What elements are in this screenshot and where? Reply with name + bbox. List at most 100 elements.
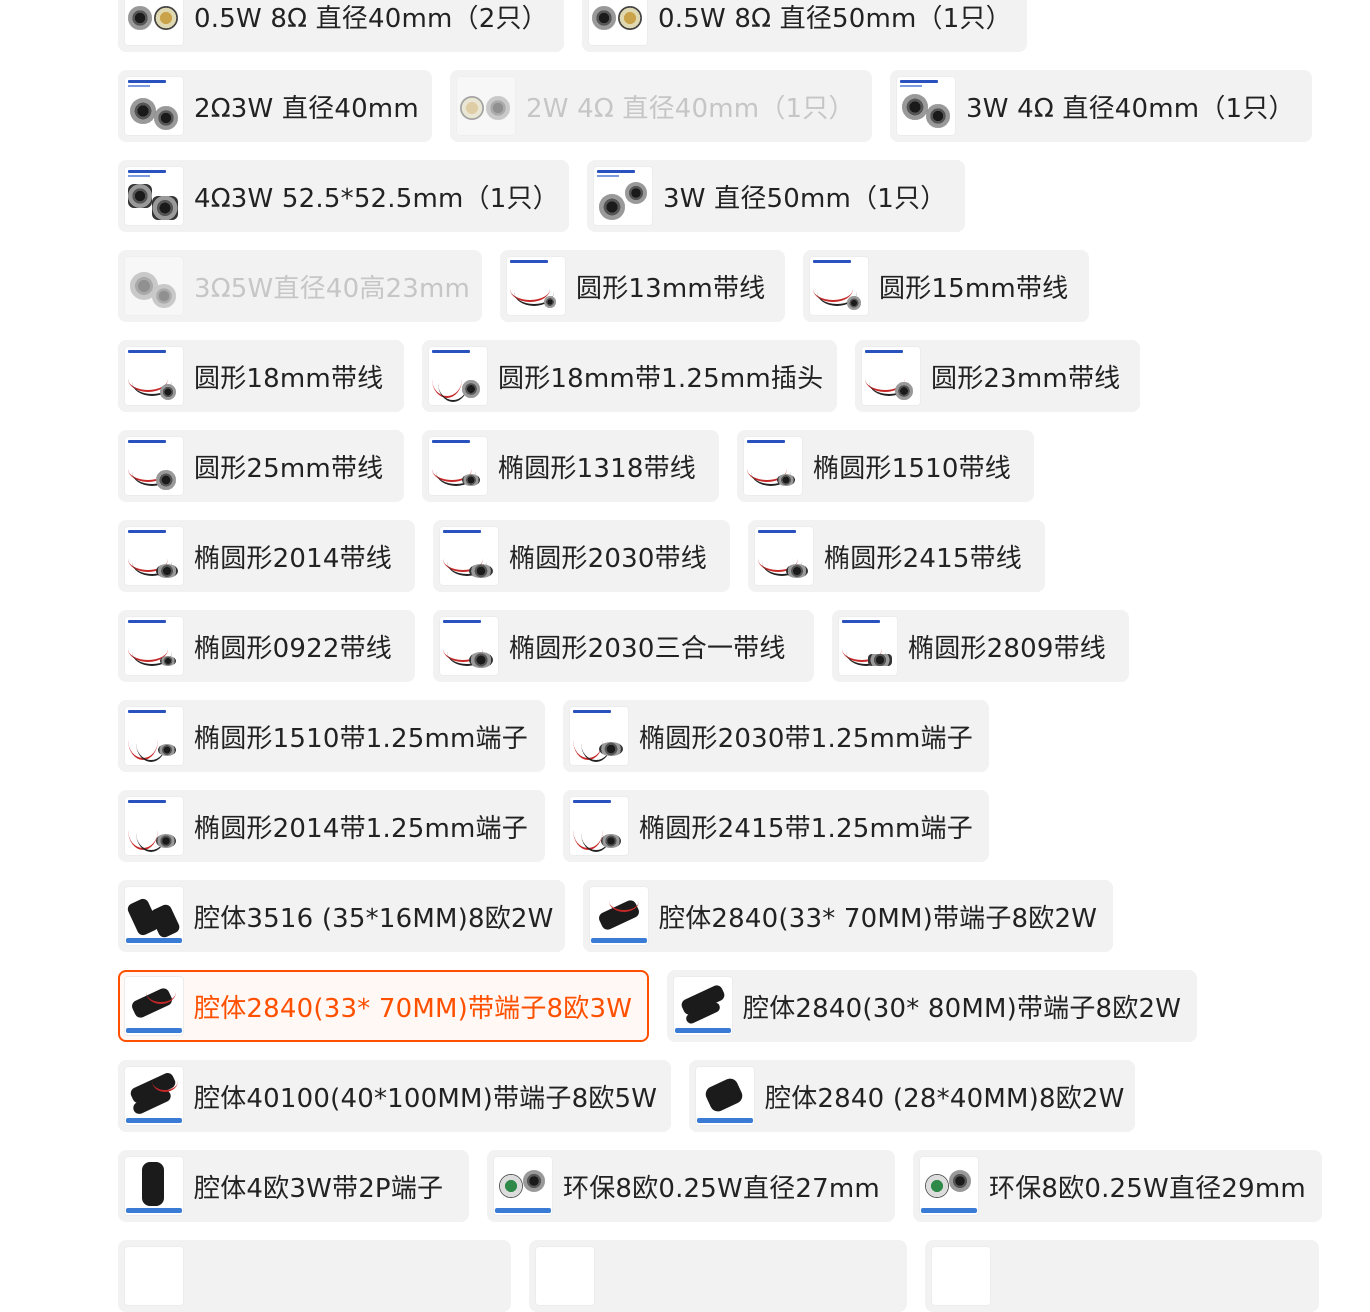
- option-label: 圆形13mm带线: [576, 273, 766, 304]
- sku-option-oval-2014-wired[interactable]: 椭圆形2014带线: [118, 520, 415, 592]
- sku-option-oval-1510-wired[interactable]: 椭圆形1510带线: [737, 430, 1034, 502]
- wired-speaker-icon: [428, 436, 488, 496]
- option-label: 腔体2840(33* 70MM)带端子8欧3W: [194, 993, 633, 1024]
- sku-option-round-18mm-plug[interactable]: 圆形18mm带1.25mm插头: [422, 340, 837, 412]
- option-label: 圆形18mm带1.25mm插头: [498, 363, 824, 394]
- option-label: 腔体2840(33* 70MM)带端子8欧2W: [659, 903, 1098, 934]
- option-label: 圆形23mm带线: [931, 363, 1121, 394]
- option-label: 椭圆形2014带线: [194, 543, 392, 574]
- option-label: 4Ω3W 52.5*52.5mm（1只）: [194, 183, 559, 214]
- option-label: 腔体2840 (28*40MM)8欧2W: [765, 1083, 1125, 1114]
- sku-option-oval-2014-terminal[interactable]: 椭圆形2014带1.25mm端子: [118, 790, 545, 862]
- sku-option-round-13mm-wired[interactable]: 圆形13mm带线: [500, 250, 785, 322]
- sku-option-oval-0922-wired[interactable]: 椭圆形0922带线: [118, 610, 415, 682]
- wired-speaker-icon: [439, 616, 499, 676]
- speaker-pair-icon: [588, 0, 648, 46]
- sku-option-round-18mm-wired[interactable]: 圆形18mm带线: [118, 340, 404, 412]
- sku-option-eco-8ohm-29mm[interactable]: 环保8欧0.25W直径29mm: [913, 1150, 1322, 1222]
- product-thumbnail: [124, 1246, 184, 1306]
- option-label: 椭圆形2809带线: [908, 633, 1106, 664]
- wired-speaker-icon: [428, 346, 488, 406]
- option-label: 腔体4欧3W带2P端子: [194, 1173, 444, 1204]
- option-label: 3W 直径50mm（1只）: [663, 183, 947, 214]
- sku-option-round-25mm-wired[interactable]: 圆形25mm带线: [118, 430, 404, 502]
- wired-speaker-icon: [124, 436, 184, 496]
- sku-option-eco-8ohm-27mm[interactable]: 环保8欧0.25W直径27mm: [487, 1150, 895, 1222]
- cavity-speaker-icon: [695, 1066, 755, 1126]
- option-label: 椭圆形2030带1.25mm端子: [639, 723, 973, 754]
- wired-speaker-icon: [569, 706, 629, 766]
- product-thumbnail: [535, 1246, 595, 1306]
- sku-option-partial[interactable]: [118, 1240, 511, 1312]
- sku-option-oval-1510-terminal[interactable]: 椭圆形1510带1.25mm端子: [118, 700, 545, 772]
- option-label: 腔体40100(40*100MM)带端子8欧5W: [194, 1083, 658, 1114]
- option-label: 椭圆形2415带1.25mm端子: [639, 813, 973, 844]
- sku-option-cavity-2840-28x40[interactable]: 腔体2840 (28*40MM)8欧2W: [689, 1060, 1135, 1132]
- sku-option-0-5w-8ohm-40mm[interactable]: 0.5W 8Ω 直径40mm（2只）: [118, 0, 564, 52]
- sku-option-4ohm-3w-52mm[interactable]: 4Ω3W 52.5*52.5mm（1只）: [118, 160, 569, 232]
- wired-speaker-icon: [506, 256, 566, 316]
- sku-option-3ohm-5w-40mm[interactable]: 3Ω5W直径40高23mm: [118, 250, 482, 322]
- option-label: 椭圆形1510带1.25mm端子: [194, 723, 528, 754]
- option-label: 圆形25mm带线: [194, 453, 384, 484]
- wired-speaker-icon: [743, 436, 803, 496]
- sku-option-cavity-2840-30x80-2w[interactable]: 腔体2840(30* 80MM)带端子8欧2W: [667, 970, 1197, 1042]
- cavity-speaker-icon: [589, 886, 649, 946]
- sku-option-2w-4ohm-40mm[interactable]: 2W 4Ω 直径40mm（1只）: [450, 70, 872, 142]
- sku-option-oval-2809-wired[interactable]: 椭圆形2809带线: [832, 610, 1129, 682]
- speaker-pair-icon: [124, 0, 184, 46]
- sku-option-cavity-4ohm-3w-2p[interactable]: 腔体4欧3W带2P端子: [118, 1150, 469, 1222]
- sku-option-oval-1318-wired[interactable]: 椭圆形1318带线: [422, 430, 719, 502]
- cavity-speaker-icon: [673, 976, 733, 1036]
- sku-option-cavity-40100[interactable]: 腔体40100(40*100MM)带端子8欧5W: [118, 1060, 671, 1132]
- cavity-speaker-icon: [124, 1066, 184, 1126]
- option-label: 椭圆形1318带线: [498, 453, 696, 484]
- option-label: 椭圆形0922带线: [194, 633, 392, 664]
- option-label: 0.5W 8Ω 直径40mm（2只）: [194, 3, 548, 34]
- speaker-pair-icon: [493, 1156, 553, 1216]
- sku-option-3w-4ohm-40mm[interactable]: 3W 4Ω 直径40mm（1只）: [890, 70, 1312, 142]
- option-label: 圆形18mm带线: [194, 363, 384, 394]
- option-label: 椭圆形2030带线: [509, 543, 707, 574]
- wired-speaker-icon: [124, 706, 184, 766]
- sku-option-0-5w-8ohm-50mm[interactable]: 0.5W 8Ω 直径50mm（1只）: [582, 0, 1027, 52]
- option-label: 椭圆形2030三合一带线: [509, 633, 786, 664]
- sku-option-oval-2415-terminal[interactable]: 椭圆形2415带1.25mm端子: [563, 790, 989, 862]
- option-label: 2Ω3W 直径40mm: [194, 93, 419, 124]
- option-label: 2W 4Ω 直径40mm（1只）: [526, 93, 855, 124]
- speaker-pair-icon: [124, 166, 184, 226]
- option-label: 3W 4Ω 直径40mm（1只）: [966, 93, 1295, 124]
- wired-speaker-icon: [754, 526, 814, 586]
- sku-option-cavity-2840-33x70-2w[interactable]: 腔体2840(33* 70MM)带端子8欧2W: [583, 880, 1113, 952]
- option-label: 环保8欧0.25W直径29mm: [989, 1173, 1306, 1204]
- option-label: 圆形15mm带线: [879, 273, 1069, 304]
- sku-option-3w-50mm[interactable]: 3W 直径50mm（1只）: [587, 160, 965, 232]
- speaker-pair-icon: [896, 76, 956, 136]
- sku-option-oval-2030-3in1-wired[interactable]: 椭圆形2030三合一带线: [433, 610, 814, 682]
- sku-option-round-15mm-wired[interactable]: 圆形15mm带线: [803, 250, 1089, 322]
- cavity-speaker-icon: [124, 886, 184, 946]
- wired-speaker-icon: [124, 616, 184, 676]
- option-label: 腔体3516 (35*16MM)8欧2W: [194, 903, 554, 934]
- sku-option-cavity-2840-33x70-3w[interactable]: 腔体2840(33* 70MM)带端子8欧3W: [118, 970, 649, 1042]
- sku-option-partial[interactable]: [925, 1240, 1319, 1312]
- sku-option-round-23mm-wired[interactable]: 圆形23mm带线: [855, 340, 1140, 412]
- sku-option-partial[interactable]: [529, 1240, 907, 1312]
- cavity-speaker-icon: [124, 1156, 184, 1216]
- sku-option-2ohm-3w-40mm[interactable]: 2Ω3W 直径40mm: [118, 70, 432, 142]
- option-label: 椭圆形2014带1.25mm端子: [194, 813, 528, 844]
- sku-option-oval-2415-wired[interactable]: 椭圆形2415带线: [748, 520, 1045, 592]
- wired-speaker-icon: [124, 346, 184, 406]
- option-label: 腔体2840(30* 80MM)带端子8欧2W: [743, 993, 1182, 1024]
- speaker-pair-icon: [124, 76, 184, 136]
- speaker-pair-icon: [919, 1156, 979, 1216]
- sku-option-oval-2030-terminal[interactable]: 椭圆形2030带1.25mm端子: [563, 700, 989, 772]
- speaker-pair-icon: [593, 166, 653, 226]
- wired-speaker-icon: [861, 346, 921, 406]
- wired-speaker-icon: [809, 256, 869, 316]
- wired-speaker-icon: [124, 796, 184, 856]
- option-label: 椭圆形1510带线: [813, 453, 1011, 484]
- wired-speaker-icon: [124, 526, 184, 586]
- sku-option-cavity-3516[interactable]: 腔体3516 (35*16MM)8欧2W: [118, 880, 565, 952]
- sku-option-oval-2030-wired[interactable]: 椭圆形2030带线: [433, 520, 730, 592]
